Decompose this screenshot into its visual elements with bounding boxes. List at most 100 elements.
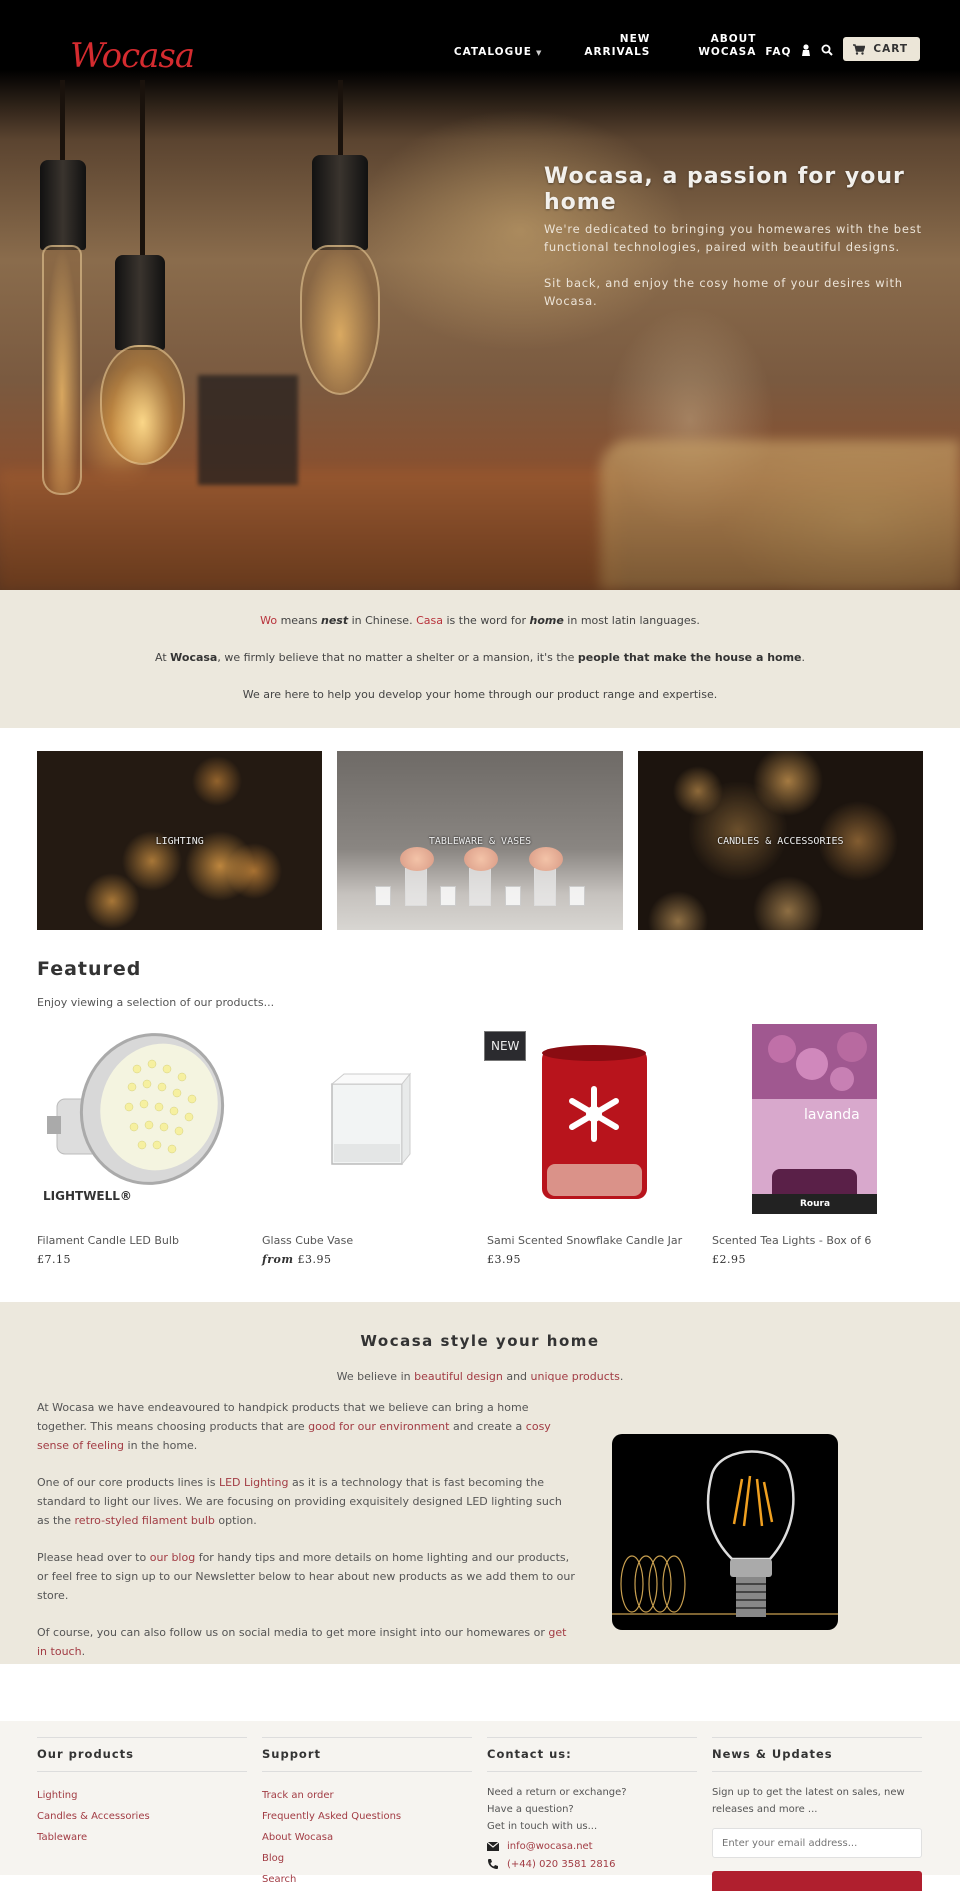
newsletter-text: Sign up to get the latest on sales, new … (712, 1787, 905, 1815)
wo-word: Wo (260, 614, 278, 627)
new-badge: NEW (484, 1031, 527, 1061)
globe-bulb (100, 345, 185, 465)
beautiful-design-link[interactable]: beautiful design (414, 1370, 503, 1383)
product-card[interactable]: LIGHTWELL® Filament Candle LED Bulb £7.1… (37, 1019, 247, 1266)
product-card[interactable]: lavanda Roura Scented Tea Lights - Box o… (712, 1019, 922, 1266)
text: and (502, 1370, 531, 1383)
category-candles-accessories[interactable]: CANDLES & ACCESSORIES (637, 751, 923, 930)
style-paragraph: One of our core products lines is LED Li… (37, 1473, 577, 1530)
product-card[interactable]: Glass Cube Vase from £3.95 (262, 1019, 472, 1266)
product-image[interactable]: LIGHTWELL® (37, 1019, 247, 1219)
style-paragraph: Please head over to our blog for handy t… (37, 1548, 577, 1605)
footer-link-blog[interactable]: Blog (262, 1848, 472, 1869)
product-card[interactable]: NEW Sami Scented Snowflake Candle Jar £3… (484, 1019, 697, 1266)
account-icon[interactable] (801, 44, 811, 59)
footer-link-tableware[interactable]: Tableware (37, 1827, 247, 1848)
category-tableware-vases[interactable]: TABLEWARE & VASES (337, 751, 623, 930)
product-image[interactable] (262, 1019, 472, 1219)
text: in the home. (124, 1439, 198, 1452)
product-name[interactable]: Filament Candle LED Bulb (37, 1234, 247, 1247)
price-prefix: from (262, 1253, 294, 1266)
nav-faq[interactable]: FAQ (765, 46, 791, 59)
footer-heading: News & Updates (712, 1737, 922, 1772)
phone-icon (488, 1859, 498, 1869)
envelope-icon (487, 1842, 499, 1851)
contact-phone[interactable]: (+44) 020 3581 2816 (487, 1858, 697, 1870)
footer-link-about[interactable]: About Wocasa (262, 1827, 472, 1848)
text: and create a (449, 1420, 526, 1433)
text: At (154, 651, 171, 664)
nest-word: nest (321, 614, 349, 627)
environment-link[interactable]: good for our environment (308, 1420, 449, 1433)
style-tagline: We believe in beautiful design and uniqu… (0, 1370, 960, 1383)
newsletter-email-input[interactable] (712, 1828, 922, 1858)
cart-button[interactable]: CART (843, 37, 920, 61)
email-link[interactable]: info@wocasa.net (507, 1841, 593, 1852)
phone-link[interactable]: (+44) 020 3581 2816 (507, 1859, 615, 1870)
blog-link[interactable]: our blog (150, 1551, 195, 1564)
category-lighting[interactable]: LIGHTING (37, 751, 323, 930)
footer-link-search[interactable]: Search (262, 1869, 472, 1890)
newsletter-signup-button[interactable] (712, 1871, 922, 1891)
contact-line: Get in touch with us... (487, 1821, 598, 1832)
emphasis: people that make the house a home (577, 651, 802, 664)
text: . (801, 651, 806, 664)
nav-catalogue[interactable]: CATALOGUE ▼ (454, 46, 542, 60)
hero-sofa (600, 440, 960, 590)
price-value: £7.15 (37, 1253, 71, 1266)
product-price: £2.95 (712, 1253, 922, 1266)
search-icon[interactable] (821, 44, 834, 59)
category-tiles: LIGHTING TABLEWARE & VASES CANDLES & ACC… (0, 728, 960, 930)
led-lighting-link[interactable]: LED Lighting (219, 1476, 289, 1489)
footer-link-faq[interactable]: Frequently Asked Questions (262, 1806, 472, 1827)
bulb-cord (60, 80, 65, 170)
product-name[interactable]: Sami Scented Snowflake Candle Jar (487, 1234, 697, 1247)
hero-banner: Wocasa CATALOGUE ▼ NEW ARRIVALS ABOUT WOC… (0, 0, 960, 590)
intro-line-3: We are here to help you develop your hom… (242, 688, 718, 701)
caret-down-icon: ▼ (535, 48, 543, 57)
hero-floor (0, 470, 620, 590)
footer-products: Our products Lighting Candles & Accessor… (37, 1737, 247, 1894)
footer-link-lighting[interactable]: Lighting (37, 1785, 247, 1806)
unique-products-link[interactable]: unique products (531, 1370, 620, 1383)
bulb-socket (115, 255, 165, 350)
price-value: £3.95 (297, 1253, 332, 1266)
footer-link-candles[interactable]: Candles & Accessories (37, 1806, 247, 1827)
intro-line-2: At Wocasa, we firmly believe that no mat… (0, 651, 960, 664)
brand-name: Wocasa (170, 651, 218, 664)
hero-subtitle-2: Sit back, and enjoy the cosy home of you… (544, 276, 903, 308)
category-label: CANDLES & ACCESSORIES (717, 836, 844, 847)
category-label: LIGHTING (155, 836, 204, 847)
product-price: £7.15 (37, 1253, 247, 1266)
contact-line: Have a question? (487, 1804, 574, 1815)
bulb-socket (312, 155, 368, 250)
text: in Chinese. (348, 614, 417, 627)
contact-email[interactable]: info@wocasa.net (487, 1841, 697, 1852)
product-image[interactable]: lavanda Roura (712, 1019, 922, 1219)
vases-image (375, 846, 586, 906)
product-image[interactable]: NEW (484, 1019, 697, 1219)
nav-about[interactable]: ABOUT WOCASA (698, 33, 756, 59)
featured-section: Featured Enjoy viewing a selection of ou… (0, 930, 960, 1266)
text: in most latin languages. (563, 614, 700, 627)
featured-subtitle: Enjoy viewing a selection of our product… (37, 996, 275, 1009)
footer-heading: Support (262, 1737, 472, 1772)
logo[interactable]: Wocasa (70, 36, 195, 76)
filament-bulb-link[interactable]: retro-styled filament bulb (75, 1514, 215, 1527)
nav-new-arrivals-line2: ARRIVALS (584, 45, 651, 58)
text: is the word for (442, 614, 530, 627)
footer-link-track-order[interactable]: Track an order (262, 1785, 472, 1806)
product-name[interactable]: Scented Tea Lights - Box of 6 (712, 1234, 922, 1247)
product-name[interactable]: Glass Cube Vase (262, 1234, 472, 1247)
contact-text: Need a return or exchange? Have a questi… (487, 1784, 697, 1835)
nav-new-arrivals[interactable]: NEW ARRIVALS (584, 33, 650, 59)
style-title: Wocasa style your home (360, 1332, 600, 1350)
tube-bulb (42, 245, 82, 495)
nav-about-line2: WOCASA (698, 45, 757, 58)
brand-logo: LIGHTWELL® (43, 1189, 132, 1203)
price-value: £3.95 (487, 1253, 521, 1266)
text: Please head over to (37, 1551, 150, 1564)
nav-catalogue-label: CATALOGUE (453, 45, 532, 58)
product-grid: LIGHTWELL® Filament Candle LED Bulb £7.1… (37, 1019, 923, 1266)
cart-label: CART (873, 43, 908, 55)
